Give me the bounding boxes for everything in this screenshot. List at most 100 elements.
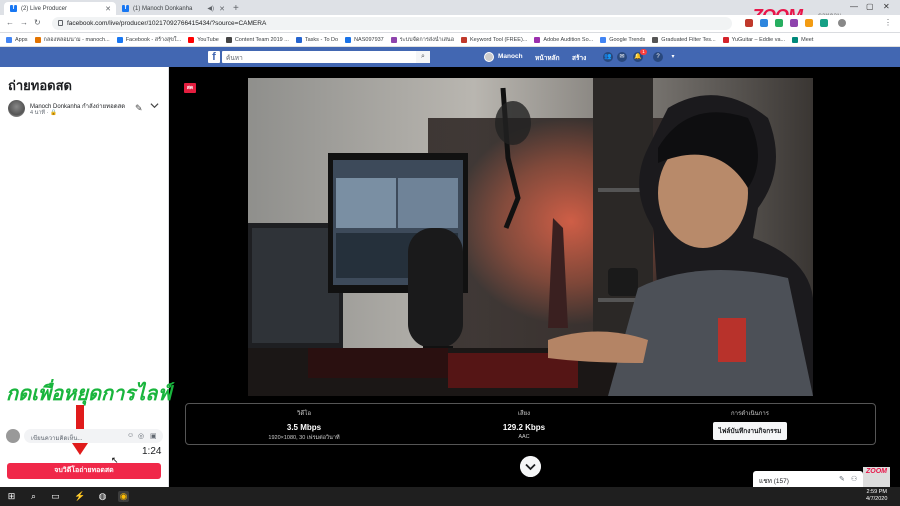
people-icon[interactable]: ⚇ [851, 475, 857, 483]
windows-taskbar: ⊞ ⌕ ▭ ⚡ ◍ ◉ 2:59 PM 4/7/2020 [0, 487, 900, 506]
friends-icon[interactable]: 👥 [603, 52, 613, 62]
bookmark-label: Apps [15, 36, 28, 43]
comment-input[interactable]: เขียนความคิดเห็น... ☺ ◎ ▣ [24, 429, 163, 443]
bookmark-item[interactable]: Content Team 2019 ... [225, 36, 289, 43]
bookmark-label: Google Trends [609, 36, 646, 43]
live-timer: 1:24 [142, 446, 162, 457]
extension-icon[interactable] [745, 19, 753, 27]
bookmark-item[interactable]: กลองหลอมนาม - manoch... [34, 36, 110, 44]
bookmark-item[interactable]: Graduated Filter Tes... [652, 36, 716, 43]
bookmark-item[interactable]: Meet [792, 36, 814, 43]
chevron-down-icon[interactable] [150, 101, 159, 110]
close-tab-icon[interactable]: ✕ [105, 5, 111, 13]
edit-pencil-icon[interactable]: ✎ [135, 103, 143, 114]
facebook-logo-icon[interactable]: f [208, 51, 220, 63]
messenger-icon[interactable]: ✉ [617, 52, 627, 62]
bookmark-label: ระบบจัดการส่งนำเสนอ [399, 36, 454, 43]
sticker-icon[interactable]: ▣ [150, 432, 157, 440]
new-tab-button[interactable]: + [233, 3, 239, 14]
chevron-down-icon[interactable] [520, 456, 541, 477]
search-input[interactable]: ค้นหา ⌕ [222, 51, 430, 63]
compose-icon[interactable]: ✎ [839, 475, 845, 483]
browser-tab-live-producer[interactable]: f (2) Live Producer ✕ [4, 2, 116, 15]
extension-icon[interactable] [775, 19, 783, 27]
bookmark-label: YuGuitar – Eddie va... [731, 36, 786, 43]
chrome-icon[interactable]: ◉ [118, 491, 129, 502]
audio-stat-label: เสียง [517, 411, 531, 417]
bookmark-label: YouTube [197, 36, 219, 43]
avatar[interactable] [484, 52, 494, 62]
live-producer-sidebar: ถ่ายทอดสด Manoch Donkanha กำลังถ่ายทอดสด… [0, 67, 172, 487]
video-stat: วิดีโอ 3.5 Mbps 1920×1080, 30 เฟรมต่อวิน… [234, 408, 374, 442]
system-clock: 2:59 PM 4/7/2020 [866, 489, 887, 503]
profile-avatar-icon[interactable] [838, 19, 846, 27]
reload-button[interactable]: ↻ [34, 18, 41, 27]
live-badge: สด [184, 83, 196, 93]
bookmark-favicon-icon [345, 36, 352, 43]
app-circle-icon[interactable]: ◍ [97, 491, 108, 502]
tab-title: (1) Manoch Donkanha [133, 5, 193, 12]
help-icon[interactable]: ? [653, 52, 663, 62]
stream-stats-panel: วิดีโอ 3.5 Mbps 1920×1080, 30 เฟรมต่อวิน… [185, 403, 876, 445]
menu-dots-icon[interactable]: ⋮ [884, 18, 892, 27]
emoji-icon[interactable]: ☺ [127, 432, 134, 439]
bookmark-label: Meet [801, 36, 814, 43]
page-title: ถ่ายทอดสด [8, 78, 72, 93]
video-frame-image [248, 78, 813, 396]
live-video-preview[interactable] [248, 78, 813, 396]
bookmark-item[interactable]: NAS097937 [345, 36, 384, 43]
event-log-button[interactable]: ไฟล์บันทึกงานกิจกรรม [712, 422, 788, 440]
bookmark-favicon-icon [188, 36, 195, 43]
chat-tab[interactable]: แชท (157) ✎ ⚇ [753, 471, 863, 488]
bookmarks-bar: Apps กลองหลอมนาม - manoch... Facebook - สร… [0, 33, 900, 47]
avatar[interactable] [8, 100, 25, 117]
browser-tab-strip: f (2) Live Producer ✕ f (1) Manoch Donka… [0, 0, 900, 26]
bookmark-item[interactable]: Apps [6, 36, 28, 43]
camera-icon[interactable]: ◎ [138, 432, 144, 440]
zoom-corner-watermark: ZOOM [863, 467, 890, 487]
bookmark-favicon-icon [652, 36, 659, 43]
forward-button[interactable]: → [20, 18, 28, 27]
back-button[interactable]: ← [6, 18, 14, 27]
speaker-icon[interactable]: ◀) [207, 5, 214, 12]
app-lightning-icon[interactable]: ⚡ [74, 491, 85, 502]
bookmark-item[interactable]: Google Trends [600, 36, 646, 43]
maximize-icon[interactable]: ▢ [866, 2, 874, 11]
minimize-icon[interactable]: — [850, 2, 858, 11]
search-icon[interactable]: ⌕ [416, 51, 430, 63]
post-time: 4 นาที · 🔒 [30, 110, 57, 116]
bookmark-item[interactable]: Adobe Audition So... [534, 36, 593, 43]
avatar [6, 429, 20, 443]
bookmark-item[interactable]: YouTube [188, 36, 219, 43]
profile-link[interactable]: Manoch [498, 53, 523, 60]
bookmark-favicon-icon [6, 36, 12, 43]
bookmark-favicon-icon [390, 36, 397, 43]
browser-tab-manoch[interactable]: f (1) Manoch Donkanha ◀) ✕ [116, 2, 230, 15]
bookmark-favicon-icon [600, 36, 607, 43]
create-link[interactable]: สร้าง [572, 53, 586, 63]
bookmark-item[interactable]: Facebook - สร้างสุขใ... [116, 36, 181, 44]
close-window-icon[interactable]: ✕ [883, 2, 890, 11]
audio-stat: เสียง 129.2 Kbps AAC [454, 408, 594, 440]
close-tab-icon[interactable]: ✕ [219, 5, 225, 13]
extension-icon[interactable] [820, 19, 828, 27]
extension-icon[interactable] [805, 19, 813, 27]
end-live-video-button[interactable]: จบวิดีโอถ่ายทอดสด [7, 463, 161, 479]
extension-icon[interactable] [760, 19, 768, 27]
bookmark-favicon-icon [534, 36, 541, 43]
account-menu-icon[interactable]: ▾ [668, 52, 678, 62]
bookmark-item[interactable]: ระบบจัดการส่งนำเสนอ [390, 36, 454, 44]
extension-icon[interactable] [790, 19, 798, 27]
facebook-favicon-icon: f [10, 5, 17, 12]
home-link[interactable]: หน้าหลัก [535, 53, 560, 63]
bookmark-favicon-icon [116, 36, 123, 43]
url-field[interactable]: facebook.com/live/producer/1021709276641… [52, 17, 732, 30]
bookmark-item[interactable]: YuGuitar – Eddie va... [722, 36, 786, 43]
action-stat: การดำเนินการ ไฟล์บันทึกงานกิจกรรม [680, 408, 820, 440]
search-icon[interactable]: ⌕ [28, 491, 39, 502]
clock-date: 4/7/2020 [866, 496, 888, 502]
bookmark-item[interactable]: Keyword Tool (FREE)... [461, 36, 527, 43]
bookmark-item[interactable]: Tasks - To Do [295, 36, 338, 43]
task-view-icon[interactable]: ▭ [50, 491, 61, 502]
windows-start-icon[interactable]: ⊞ [6, 491, 17, 502]
